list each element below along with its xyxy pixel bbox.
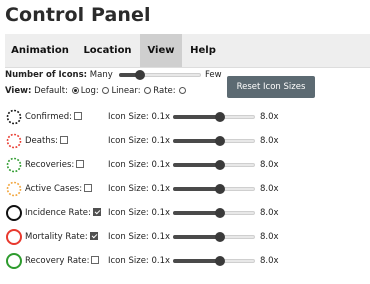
icon-size-slider[interactable] bbox=[173, 111, 255, 123]
icon-size-max-label: 8.0x bbox=[260, 256, 279, 266]
icon-size-max-label: 8.0x bbox=[260, 160, 279, 170]
tab-animation[interactable]: Animation bbox=[5, 34, 75, 67]
icon-size-slider-fill bbox=[173, 211, 220, 215]
icon-size-slider-fill bbox=[173, 259, 220, 263]
icon-size-slider[interactable] bbox=[173, 135, 255, 147]
num-icons-max-label: Few bbox=[205, 70, 222, 80]
num-icons-slider[interactable] bbox=[119, 69, 201, 81]
layer-checkbox[interactable] bbox=[89, 232, 98, 240]
icon-size-slider[interactable] bbox=[173, 207, 255, 219]
layer-row: Confirmed: bbox=[25, 112, 82, 122]
num-icons-row: Number of Icons: Many bbox=[5, 70, 113, 80]
layer-label: Mortality Rate: bbox=[25, 232, 88, 242]
icon-size-slider[interactable] bbox=[173, 231, 255, 243]
tab-help[interactable]: Help bbox=[182, 34, 224, 67]
layer-row: Recoveries: bbox=[25, 160, 85, 170]
layer-circle-icon bbox=[6, 109, 22, 125]
num-icons-label: Number of Icons: bbox=[5, 70, 88, 80]
page-title: Control Panel bbox=[5, 4, 151, 26]
icon-size-slider-fill bbox=[173, 235, 220, 239]
view-log-label: Log: bbox=[80, 86, 99, 96]
layer-row: Deaths: bbox=[25, 136, 68, 146]
layer-label: Recoveries: bbox=[25, 160, 75, 170]
icon-size-slider-thumb[interactable] bbox=[214, 160, 225, 170]
view-default-label: Default: bbox=[34, 86, 68, 96]
icon-size-slider-thumb[interactable] bbox=[214, 232, 225, 242]
view-linear-radio[interactable] bbox=[102, 87, 110, 94]
icon-size-slider[interactable] bbox=[173, 255, 255, 267]
layer-checkbox[interactable] bbox=[84, 184, 93, 192]
tab-view[interactable]: View bbox=[140, 34, 182, 67]
icon-size-slider-thumb[interactable] bbox=[214, 208, 225, 218]
view-rate-radio[interactable] bbox=[144, 87, 152, 94]
icon-size-slider[interactable] bbox=[173, 159, 255, 171]
layer-label: Deaths: bbox=[25, 136, 58, 146]
view-row: View: Default: Log: Linear: Rate: bbox=[5, 86, 188, 96]
layer-label: Recovery Rate: bbox=[25, 256, 90, 266]
icon-size-slider-thumb[interactable] bbox=[214, 184, 225, 194]
layer-checkbox[interactable] bbox=[91, 256, 100, 264]
icon-size-label: Icon Size: 0.1x bbox=[108, 160, 171, 170]
icon-size-slider-fill bbox=[173, 187, 220, 191]
layer-row: Incidence Rate: bbox=[25, 208, 101, 218]
icon-size-slider-thumb[interactable] bbox=[214, 256, 225, 266]
layer-row: Recovery Rate: bbox=[25, 256, 100, 266]
view-rate-extra-radio[interactable] bbox=[179, 87, 187, 94]
layer-checkbox[interactable] bbox=[60, 136, 68, 144]
layer-label: Incidence Rate: bbox=[25, 208, 91, 218]
icon-size-slider-fill bbox=[173, 163, 220, 167]
icon-size-label: Icon Size: 0.1x bbox=[108, 112, 171, 122]
icon-size-slider[interactable] bbox=[173, 183, 255, 195]
icon-size-label: Icon Size: 0.1x bbox=[108, 208, 171, 218]
layer-checkbox[interactable] bbox=[76, 160, 85, 168]
icon-size-slider-thumb[interactable] bbox=[214, 136, 225, 146]
tab-location[interactable]: Location bbox=[75, 34, 140, 67]
tab-bar: Animation Location View Help bbox=[5, 34, 370, 68]
layer-circle-icon bbox=[6, 253, 22, 269]
layer-checkbox[interactable] bbox=[92, 208, 101, 216]
icon-size-max-label: 8.0x bbox=[260, 112, 279, 122]
icon-size-max-label: 8.0x bbox=[260, 232, 279, 242]
view-linear-label: Linear: bbox=[111, 86, 141, 96]
layer-row: Mortality Rate: bbox=[25, 232, 98, 242]
icon-size-slider-fill bbox=[173, 139, 220, 143]
layer-circle-icon bbox=[6, 205, 22, 221]
icon-size-label: Icon Size: 0.1x bbox=[108, 136, 171, 146]
view-label: View: bbox=[5, 86, 32, 96]
icon-size-slider-fill bbox=[173, 115, 220, 119]
icon-size-max-label: 8.0x bbox=[260, 208, 279, 218]
layer-label: Confirmed: bbox=[25, 112, 72, 122]
layer-label: Active Cases: bbox=[25, 184, 83, 194]
num-icons-slider-thumb[interactable] bbox=[134, 70, 145, 80]
reset-icon-sizes-button[interactable]: Reset Icon Sizes bbox=[227, 76, 315, 98]
icon-size-max-label: 8.0x bbox=[260, 184, 279, 194]
layer-checkbox[interactable] bbox=[74, 112, 82, 120]
layer-circle-icon bbox=[6, 181, 22, 197]
layer-circle-icon bbox=[6, 229, 22, 245]
view-rate-label: Rate: bbox=[153, 86, 176, 96]
icon-size-max-label: 8.0x bbox=[260, 136, 279, 146]
num-icons-min-label: Many bbox=[89, 70, 113, 80]
view-log-radio[interactable] bbox=[71, 87, 79, 94]
icon-size-label: Icon Size: 0.1x bbox=[108, 232, 171, 242]
icon-size-label: Icon Size: 0.1x bbox=[108, 256, 171, 266]
layer-circle-icon bbox=[6, 133, 22, 149]
layer-row: Active Cases: bbox=[25, 184, 93, 194]
icon-size-label: Icon Size: 0.1x bbox=[108, 184, 171, 194]
layer-circle-icon bbox=[6, 157, 22, 173]
icon-size-slider-thumb[interactable] bbox=[214, 112, 225, 122]
